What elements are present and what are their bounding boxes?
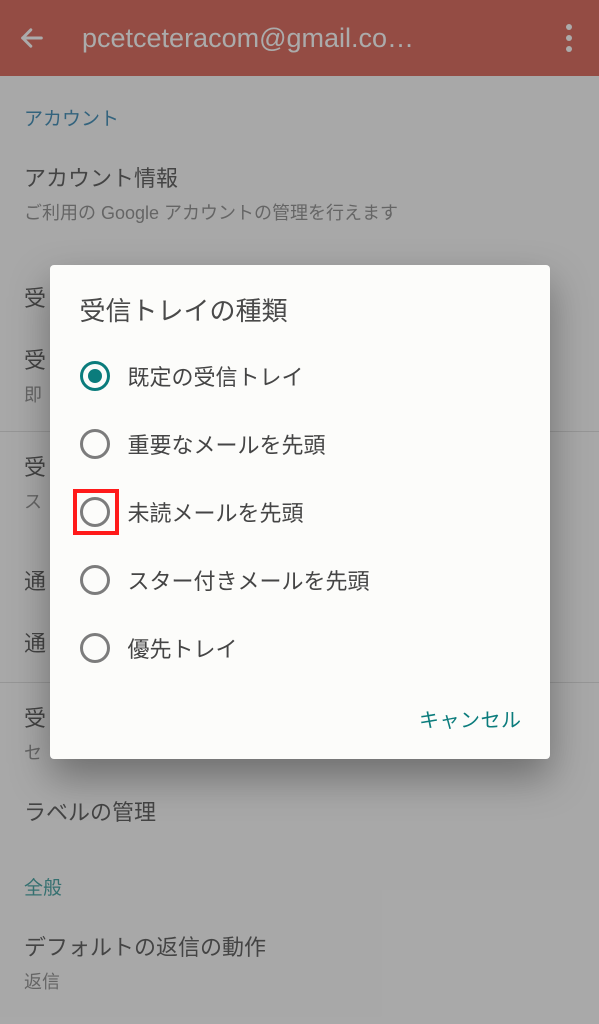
radio-label: 未読メールを先頭 bbox=[128, 496, 304, 528]
dialog-title: 受信トレイの種類 bbox=[50, 291, 550, 342]
radio-button-icon[interactable] bbox=[80, 497, 110, 527]
radio-option[interactable]: 重要なメールを先頭 bbox=[50, 410, 550, 478]
radio-label: スター付きメールを先頭 bbox=[128, 564, 370, 596]
inbox-type-dialog: 受信トレイの種類 既定の受信トレイ重要なメールを先頭未読メールを先頭スター付きメ… bbox=[50, 265, 550, 759]
radio-option[interactable]: 既定の受信トレイ bbox=[50, 342, 550, 410]
radio-label: 優先トレイ bbox=[128, 632, 238, 664]
radio-button-icon[interactable] bbox=[80, 361, 110, 391]
radio-button-icon[interactable] bbox=[80, 429, 110, 459]
radio-option[interactable]: 未読メールを先頭 bbox=[50, 478, 550, 546]
dialog-actions: キャンセル bbox=[50, 682, 550, 743]
radio-button-icon[interactable] bbox=[80, 565, 110, 595]
radio-option[interactable]: スター付きメールを先頭 bbox=[50, 546, 550, 614]
radio-label: 重要なメールを先頭 bbox=[128, 428, 326, 460]
cancel-button[interactable]: キャンセル bbox=[419, 704, 522, 733]
radio-option[interactable]: 優先トレイ bbox=[50, 614, 550, 682]
radio-button-icon[interactable] bbox=[80, 633, 110, 663]
dialog-wrap: 受信トレイの種類 既定の受信トレイ重要なメールを先頭未読メールを先頭スター付きメ… bbox=[0, 0, 599, 1024]
radio-label: 既定の受信トレイ bbox=[128, 360, 304, 392]
